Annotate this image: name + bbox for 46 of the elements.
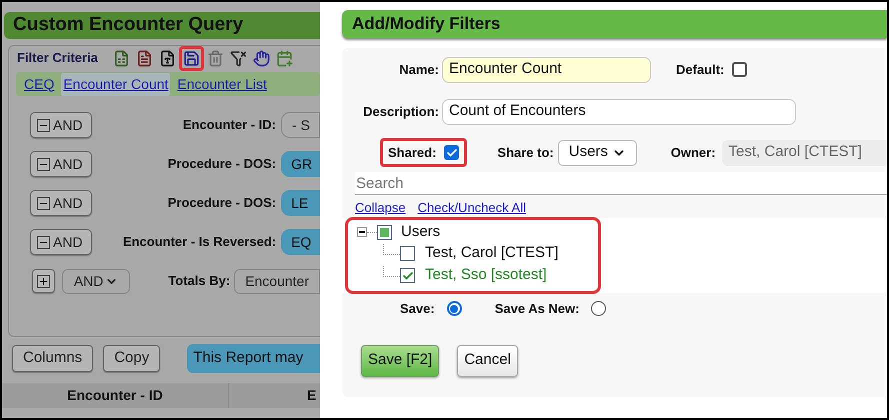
- filter-label: Encounter - ID:: [182, 116, 276, 134]
- totals-select[interactable]: Encounter: [234, 268, 320, 294]
- toolbar-button[interactable]: Copy: [103, 345, 160, 372]
- dialog-title: Add/Modify Filters: [352, 13, 500, 36]
- tree-item[interactable]: Test, Carol [CTEST]: [425, 242, 558, 265]
- operator-button[interactable]: AND: [30, 151, 92, 177]
- page-title: Custom Encounter Query: [13, 13, 244, 38]
- field-label: Shared:: [388, 144, 436, 162]
- field-label: Name:: [398, 60, 439, 79]
- operator-select[interactable]: AND: [62, 268, 130, 294]
- tree-item[interactable]: Test, Sso [ssotest]: [425, 264, 547, 287]
- report-tab[interactable]: Encounter List: [175, 72, 269, 96]
- toolbar-button[interactable]: Columns: [12, 345, 94, 372]
- tree-item[interactable]: Users: [401, 220, 440, 244]
- filter-label: Procedure - DOS:: [166, 194, 276, 212]
- report-tab[interactable]: Encounter Count: [61, 72, 170, 96]
- filter-label: Procedure - DOS:: [166, 155, 276, 174]
- operator-button[interactable]: AND: [30, 229, 92, 255]
- condition-pill[interactable]: LE: [281, 190, 320, 216]
- totals-label: Totals By:: [168, 272, 230, 290]
- operator-button[interactable]: AND: [30, 190, 92, 216]
- action-link[interactable]: Collapse: [355, 198, 406, 218]
- notice-banner: This Report may: [187, 344, 320, 373]
- field-label: Share to:: [497, 144, 554, 160]
- condition-pill[interactable]: GR: [281, 151, 320, 177]
- action-link[interactable]: Check/Uncheck All: [418, 198, 526, 218]
- name-field[interactable]: Encounter Count: [442, 56, 651, 82]
- condition-select[interactable]: - S: [281, 112, 320, 138]
- share-to-select[interactable]: Users: [558, 140, 637, 166]
- field-label: Default:: [676, 62, 724, 76]
- column-header: E: [306, 386, 316, 405]
- cancel-button[interactable]: Cancel: [457, 344, 518, 376]
- filter-label: Encounter - Is Reversed:: [122, 233, 276, 252]
- field-label: Description:: [362, 102, 439, 121]
- condition-pill[interactable]: EQ: [281, 229, 320, 255]
- field-label: Owner:: [670, 144, 716, 160]
- field-label: Save:: [400, 300, 435, 318]
- report-tab[interactable]: CEQ: [22, 72, 56, 96]
- panel-legend: Filter Criteria: [17, 48, 98, 68]
- field-label: Save As New:: [494, 300, 580, 318]
- owner-field: Test, Carol [CTEST]: [722, 140, 887, 166]
- description-field[interactable]: Count of Encounters: [442, 98, 796, 124]
- search-field[interactable]: Search: [355, 172, 887, 195]
- operator-button[interactable]: AND: [30, 112, 92, 138]
- save-button[interactable]: Save [F2]: [361, 344, 440, 376]
- column-header: Encounter - ID: [2, 383, 229, 408]
